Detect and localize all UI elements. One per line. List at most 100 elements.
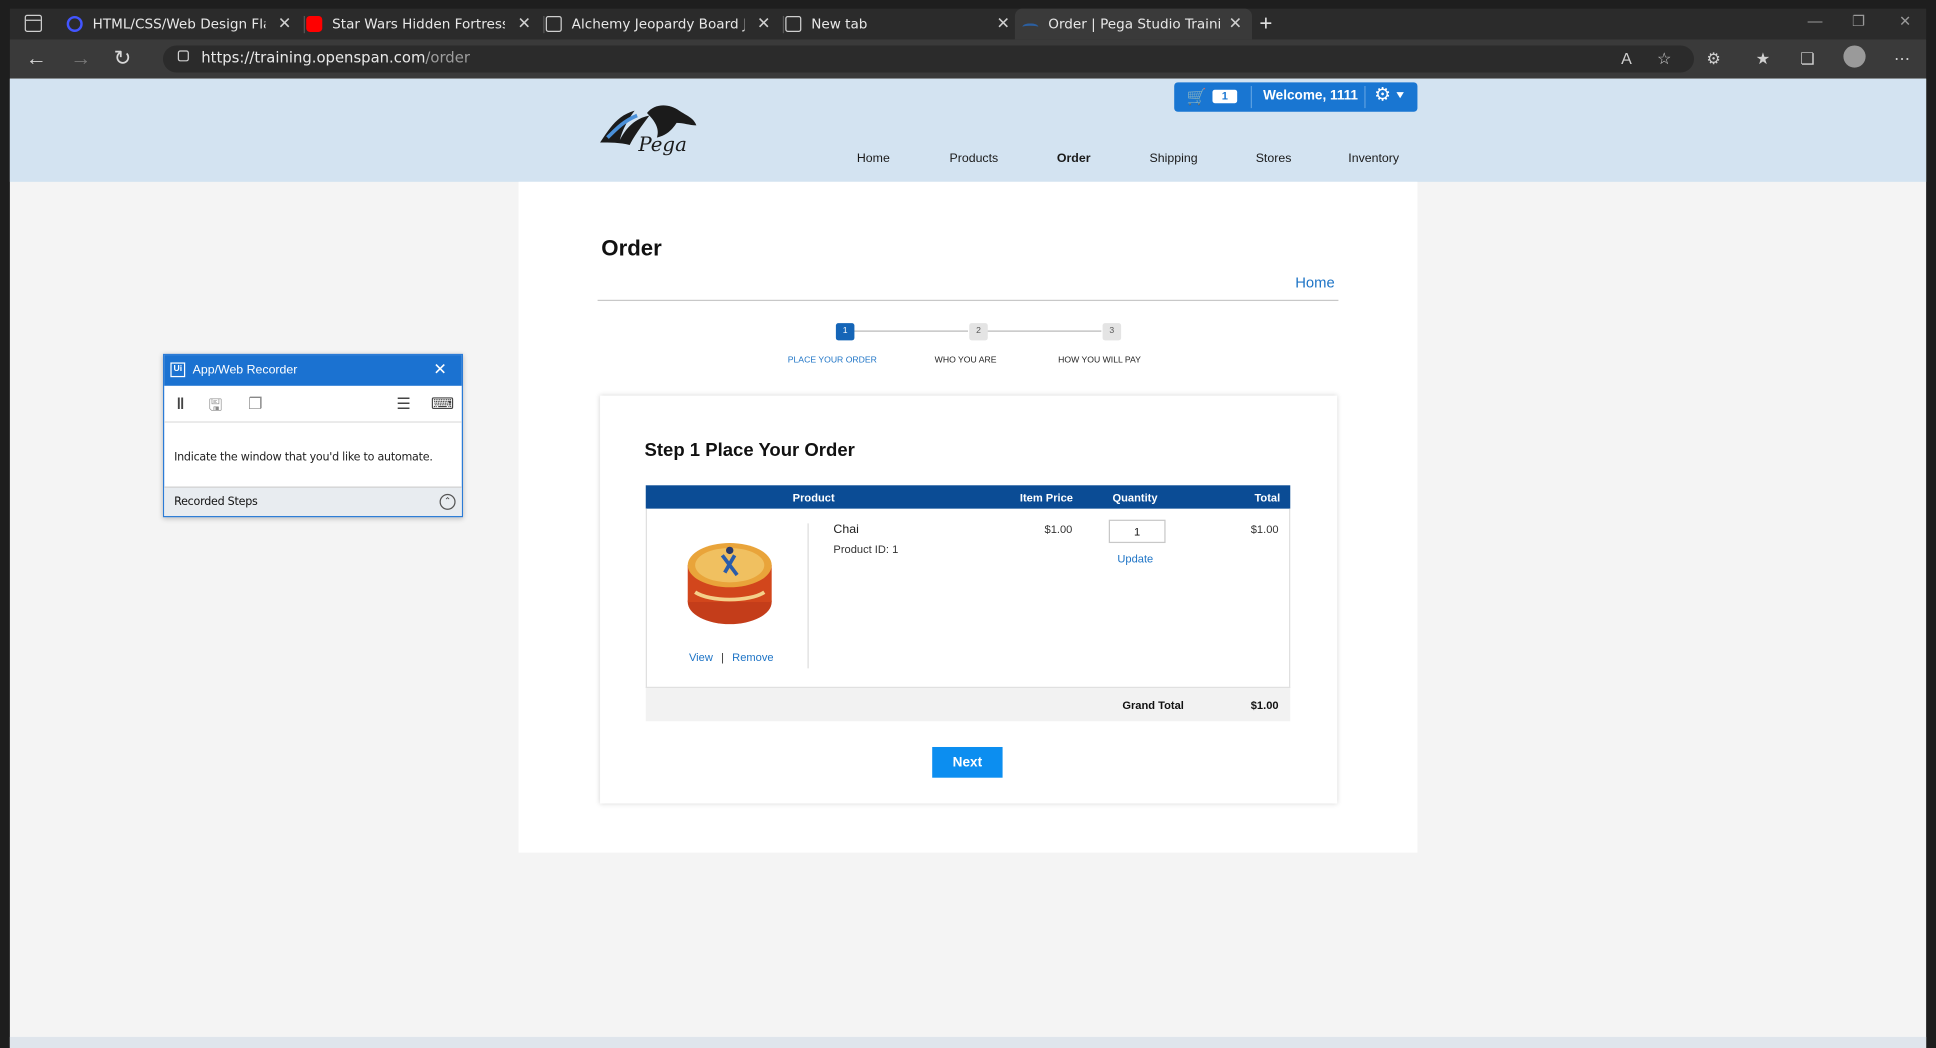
page-title: Order [601,235,662,261]
nav-inventory[interactable]: Inventory [1348,152,1399,166]
column-header-product: Product [792,491,835,504]
tab-title: Star Wars Hidden Fortress Comp [332,15,505,32]
divider [1250,86,1252,109]
order-card: Step 1 Place Your Order Product Item Pri… [600,395,1338,804]
step-heading: Step 1 Place Your Order [644,439,855,461]
close-tab-icon[interactable]: ✕ [278,15,291,33]
recorder-titlebar: Ui App/Web Recorder ✕ [164,355,462,386]
tab-youtube[interactable]: Star Wars Hidden Fortress Comp ✕ [306,9,541,40]
tab-title: Order | Pega Studio Training Wel [1048,15,1222,32]
tab-title: New tab [811,15,868,32]
step-2-number: 2 [969,323,988,341]
recorder-message: Indicate the window that you'd like to a… [174,452,433,465]
close-tab-icon[interactable]: ✕ [517,15,530,33]
pega-icon [1022,22,1039,30]
close-icon[interactable]: ✕ [433,360,446,380]
divider [597,299,1339,302]
close-tab-icon[interactable]: ✕ [757,15,770,33]
recorded-steps-label: Recorded Steps [174,496,258,509]
grand-total-value: $1.00 [1250,699,1279,712]
chevron-up-icon[interactable]: ⌃ [439,493,456,510]
welcome-text: Welcome, 1111 [1263,88,1358,104]
user-bar: 🛒 1 Welcome, 1111 ⚙ [1174,82,1418,112]
quantity-input[interactable] [1108,519,1166,544]
uipath-icon: Ui [170,362,186,378]
refresh-icon[interactable]: ↻ [114,47,132,72]
tab-title: Alchemy Jeopardy Board Jeopar [571,15,745,32]
forward-icon[interactable]: → [70,47,91,72]
read-aloud-icon[interactable]: A [1621,49,1632,67]
column-header-total: Total [1254,491,1281,504]
grand-total-row: Grand Total $1.00 [645,688,1291,722]
table-header: Product Item Price Quantity Total [645,485,1291,509]
restore-icon[interactable]: ❐ [1852,12,1865,29]
gear-icon[interactable]: ⚙ [1374,84,1391,106]
profile-avatar-icon[interactable] [1843,45,1866,68]
nav-stores[interactable]: Stores [1256,152,1292,166]
view-link[interactable]: View [689,651,713,663]
column-header-item-price: Item Price [1019,491,1073,504]
pega-logo-text: Pega [638,132,687,157]
add-favorite-icon[interactable]: ☆ [1657,49,1671,69]
youtube-icon [306,15,323,32]
url-path: /order [425,49,470,67]
next-button[interactable]: Next [932,746,1003,778]
home-link[interactable]: Home [1295,274,1335,291]
tab-actions-icon[interactable] [24,14,42,32]
options-icon[interactable]: ⌨ [431,394,454,414]
address-toolbar: ← → ↻ https://training.openspan.com/orde… [9,39,1927,79]
quizlet-icon [66,15,83,32]
item-price: $1.00 [1044,523,1073,536]
tab-jeopardy[interactable]: Alchemy Jeopardy Board Jeopar ✕ [545,9,781,40]
favorites-icon[interactable]: ★ [1756,49,1770,69]
browser-tab-bar: HTML/CSS/Web Design Flashcar ✕ Star Wars… [9,8,1927,40]
nav-order[interactable]: Order [1057,152,1091,166]
link-separator: | [721,651,724,664]
web-page: Pega Home Products Order Shipping Stores… [9,78,1927,1048]
cart-count-badge: 1 [1212,89,1238,104]
grand-total-label: Grand Total [1122,699,1184,712]
update-link[interactable]: Update [1117,553,1153,565]
nav-products[interactable]: Products [949,152,998,166]
tab-new-tab[interactable]: New tab ✕ [785,9,1020,40]
close-window-icon[interactable]: ✕ [1899,12,1911,29]
lock-icon [177,50,189,62]
step-connector [844,330,969,332]
save-icon[interactable]: 🖫 [209,394,223,421]
minimize-icon[interactable]: — [1808,12,1823,29]
close-tab-icon[interactable]: ✕ [997,15,1010,33]
chai-product-image [687,543,772,625]
url-host: https://training.openspan.com [201,49,426,67]
nav-shipping[interactable]: Shipping [1150,152,1198,166]
tab-pega-order[interactable]: Order | Pega Studio Training Wel ✕ [1014,8,1252,40]
divider [807,523,809,669]
step-2-label: WHO YOU ARE [934,356,997,365]
footer-strip [9,1036,1927,1048]
table-row: View | Remove Chai Product ID: 1 $1.00 U… [645,508,1291,689]
caret-down-icon[interactable] [1396,92,1404,99]
tab-quizlet[interactable]: HTML/CSS/Web Design Flashcar ✕ [66,9,302,40]
newtab-icon [785,15,802,32]
new-tab-icon[interactable]: + [1259,11,1272,37]
more-menu-icon[interactable]: ⋯ [1894,49,1910,69]
divider [1364,86,1366,109]
pause-icon[interactable]: ‖ [177,394,185,412]
step-3-label: HOW YOU WILL PAY [1058,356,1141,365]
back-icon[interactable]: ← [26,47,47,72]
remove-link[interactable]: Remove [732,651,773,663]
collections-icon[interactable]: ❏ [1800,49,1814,69]
list-settings-icon[interactable]: ☰ [396,394,410,414]
url-text[interactable]: https://training.openspan.com/order [201,49,470,66]
extensions-icon[interactable]: ⚙ [1706,49,1720,69]
tab-separator [782,15,785,34]
recorded-steps-bar[interactable]: Recorded Steps ⌃ [164,486,462,517]
product-name: Chai [833,523,859,537]
step-1-number: 1 [835,323,855,341]
address-bar[interactable]: https://training.openspan.com/order [162,45,1695,73]
record-screen-icon[interactable]: ❐ [248,394,262,414]
tab-separator [543,15,545,34]
nav-home[interactable]: Home [857,152,890,166]
close-tab-icon[interactable]: ✕ [1229,15,1242,33]
cart-icon[interactable]: 🛒 [1187,87,1207,107]
recorder-toolbar: ‖ 🖫 ❐ ☰ ⌨ [164,386,462,423]
